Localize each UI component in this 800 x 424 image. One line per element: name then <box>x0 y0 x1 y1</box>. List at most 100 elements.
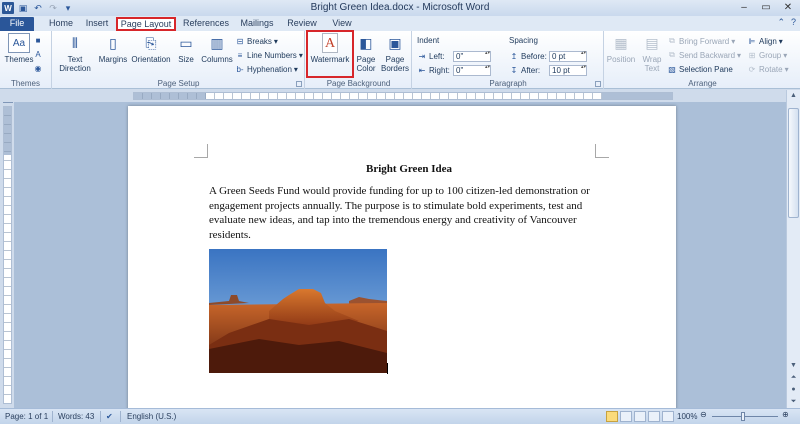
vertical-scrollbar[interactable]: ▲ ▼ ⏶ ● ⏷ <box>786 90 800 408</box>
group-themes: Aa Themes ■ A ◉ Themes <box>0 31 52 89</box>
spacing-before-icon: ↥ <box>510 51 518 61</box>
language-indicator[interactable]: English (U.S.) <box>127 412 176 421</box>
web-layout-button[interactable] <box>634 411 646 422</box>
size-icon: ▭ <box>179 34 193 51</box>
send-backward-button[interactable]: ⧉ Send Backward ▾ <box>667 49 741 61</box>
indent-right-input[interactable]: 0" <box>453 64 491 76</box>
scroll-down-button[interactable]: ▼ <box>787 360 800 372</box>
tab-references[interactable]: References <box>180 17 232 31</box>
minimize-button[interactable]: – <box>736 1 752 14</box>
selection-pane-icon: ▧ <box>668 64 676 74</box>
page-color-icon: ◧ <box>359 34 373 51</box>
page-setup-launcher[interactable] <box>296 81 302 87</box>
document-area: Bright Green Idea A Green Seeds Fund wou… <box>14 102 786 408</box>
size-button[interactable]: ▭ Size <box>171 33 201 75</box>
document-page[interactable]: Bright Green Idea A Green Seeds Fund wou… <box>128 106 676 408</box>
group-button[interactable]: ⊞ Group ▾ <box>747 49 788 61</box>
previous-page-button[interactable]: ⏶ <box>787 372 800 384</box>
align-button[interactable]: ⊫ Align ▾ <box>747 35 783 47</box>
spacing-before-input[interactable]: 0 pt <box>549 50 587 62</box>
page-borders-icon: ▣ <box>388 34 402 51</box>
columns-button[interactable]: ▥ Columns <box>199 33 235 75</box>
scroll-thumb[interactable] <box>788 108 799 218</box>
crop-mark <box>595 144 609 158</box>
hyphenation-icon: b- <box>236 64 244 74</box>
full-screen-reading-button[interactable] <box>620 411 632 422</box>
theme-colors-button[interactable]: ■ <box>33 34 43 46</box>
tab-review[interactable]: Review <box>284 17 320 31</box>
browse-object-button[interactable]: ● <box>787 384 800 396</box>
proofing-icon[interactable]: ✔ <box>106 412 113 421</box>
desert-photo-graphic <box>209 249 387 373</box>
text-direction-button[interactable]: ⫴ Text Direction <box>55 33 95 75</box>
print-layout-view-button[interactable] <box>606 411 618 422</box>
tab-view[interactable]: View <box>326 17 358 31</box>
wrap-text-button[interactable]: ▤ Wrap Text <box>637 33 667 75</box>
title-bar: W ▣ ↶ ↷ ▾ Bright Green Idea.docx - Micro… <box>0 0 800 16</box>
tab-page-layout[interactable]: Page Layout <box>116 17 176 31</box>
group-page-background: A Watermark ◧ Page Color ▣ Page Borders … <box>306 30 412 89</box>
text-direction-icon: ⫴ <box>72 34 78 51</box>
line-numbers-button[interactable]: ≡ Line Numbers ▾ <box>235 49 303 61</box>
draft-view-button[interactable] <box>662 411 674 422</box>
watermark-button[interactable]: A Watermark <box>306 30 354 78</box>
page-count[interactable]: Page: 1 of 1 <box>5 412 48 421</box>
desert-photo[interactable] <box>209 249 387 373</box>
tab-file[interactable]: File <box>0 17 34 31</box>
orientation-icon: ⎘ <box>145 34 157 51</box>
word-count[interactable]: Words: 43 <box>58 412 94 421</box>
themes-button[interactable]: Aa Themes <box>1 33 37 75</box>
rotate-button[interactable]: ⟳ Rotate ▾ <box>747 63 789 75</box>
chevron-down-icon: ▾ <box>273 36 278 46</box>
help-icon[interactable]: ? <box>791 17 796 28</box>
next-page-button[interactable]: ⏷ <box>787 396 800 408</box>
minimize-ribbon-icon[interactable]: ⌃ <box>777 17 785 28</box>
document-title[interactable]: Bright Green Idea <box>209 163 609 175</box>
vertical-ruler[interactable] <box>3 106 12 404</box>
document-paragraph[interactable]: A Green Seeds Fund would provide funding… <box>209 184 595 242</box>
orientation-button[interactable]: ⎘ Orientation <box>129 33 173 75</box>
outline-view-button[interactable] <box>648 411 660 422</box>
position-button[interactable]: ▦ Position <box>605 33 637 75</box>
close-button[interactable]: ✕ <box>780 1 796 14</box>
indent-left-input[interactable]: 0" <box>453 50 491 62</box>
spacing-after-input[interactable]: 10 pt <box>549 64 587 76</box>
group-paragraph: Indent ⇥ Left: 0" ⇤ Right: 0" Spacing ↥ … <box>413 31 604 89</box>
chevron-down-icon: ▾ <box>293 64 298 74</box>
align-icon: ⊫ <box>748 36 756 46</box>
paragraph-launcher[interactable] <box>595 81 601 87</box>
margins-button[interactable]: ▯ Margins <box>95 33 131 75</box>
zoom-slider-thumb[interactable] <box>741 412 745 421</box>
chevron-down-icon: ▾ <box>778 36 783 46</box>
horizontal-ruler[interactable] <box>0 90 800 102</box>
indent-left-icon: ⇥ <box>418 51 426 61</box>
maximize-button[interactable]: ▭ <box>758 1 774 14</box>
tab-home[interactable]: Home <box>44 17 78 31</box>
scroll-up-button[interactable]: ▲ <box>787 90 800 102</box>
group-arrange: ▦ Position ▤ Wrap Text ⧉ Bring Forward ▾ ⧉… <box>605 31 800 89</box>
zoom-out-icon[interactable]: ⊖ <box>700 410 707 419</box>
hyphenation-button[interactable]: b- Hyphenation ▾ <box>235 63 298 75</box>
chevron-down-icon: ▾ <box>731 36 736 46</box>
page-borders-button[interactable]: ▣ Page Borders <box>380 33 410 75</box>
position-icon: ▦ <box>614 34 628 51</box>
zoom-in-icon[interactable]: ⊕ <box>782 410 789 419</box>
tab-insert[interactable]: Insert <box>80 17 114 31</box>
ribbon-tabs: File Home Insert Page Layout References … <box>0 16 800 31</box>
tab-mailings[interactable]: Mailings <box>236 17 278 31</box>
zoom-level[interactable]: 100% <box>677 412 697 421</box>
page-color-button[interactable]: ◧ Page Color <box>352 33 380 75</box>
crop-mark <box>194 144 208 158</box>
watermark-icon: A <box>322 33 338 53</box>
send-backward-icon: ⧉ <box>669 50 675 59</box>
theme-fonts-button[interactable]: A <box>33 48 43 60</box>
selection-pane-button[interactable]: ▧ Selection Pane <box>667 63 733 75</box>
breaks-button[interactable]: ⊟ Breaks ▾ <box>235 35 278 47</box>
indent-label: Indent <box>417 35 440 45</box>
zoom-slider[interactable] <box>712 416 778 417</box>
bring-forward-icon: ⧉ <box>669 36 675 45</box>
group-page-setup: ⫴ Text Direction ▯ Margins ⎘ Orientation… <box>53 31 305 89</box>
theme-effects-button[interactable]: ◉ <box>33 62 43 74</box>
bring-forward-button[interactable]: ⧉ Bring Forward ▾ <box>667 35 735 47</box>
spacing-label: Spacing <box>509 35 538 45</box>
